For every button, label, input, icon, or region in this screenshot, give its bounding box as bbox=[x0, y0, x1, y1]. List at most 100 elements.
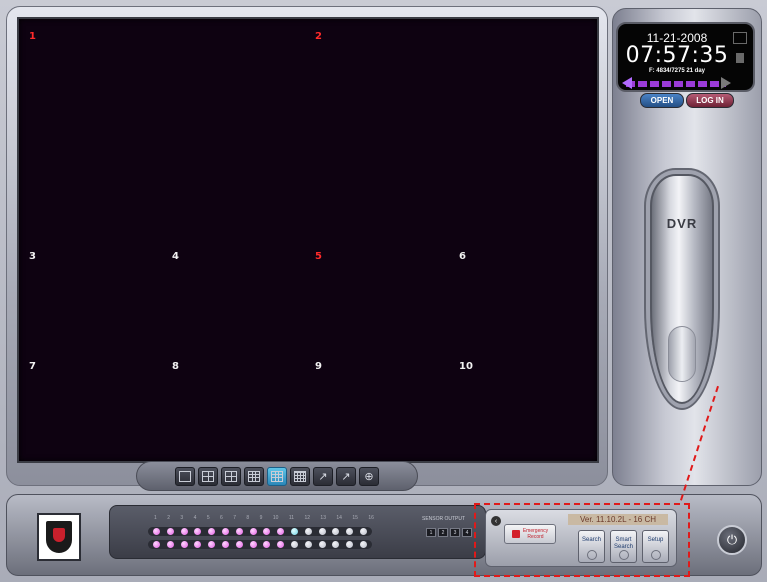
channel-led bbox=[153, 528, 160, 535]
layout-toolbar: ↗ ↗ ⊕ bbox=[136, 461, 418, 491]
hdd-icon bbox=[736, 53, 744, 63]
dvr-label: DVR bbox=[666, 216, 698, 231]
nine-view-icon bbox=[248, 470, 260, 482]
status-display: 11-21-2008 07:57:35 F: 4834/7275 21 day bbox=[616, 22, 755, 92]
sixteen-view-button[interactable] bbox=[290, 466, 310, 486]
camera-label-6: 6 bbox=[459, 251, 466, 262]
channel-led bbox=[208, 528, 216, 535]
channel-led bbox=[277, 528, 285, 535]
channel-number: 13 bbox=[320, 515, 326, 521]
channel-led bbox=[359, 528, 367, 535]
channel-number: 9 bbox=[259, 515, 263, 521]
channel-led bbox=[166, 541, 174, 548]
arrow-left-icon bbox=[622, 77, 632, 89]
arrow-right-icon bbox=[721, 77, 731, 89]
rotate-icon: ↗ bbox=[318, 470, 328, 483]
channel-number: 11 bbox=[288, 515, 295, 521]
six-view-icon bbox=[225, 470, 237, 482]
channel-number: 16 bbox=[368, 515, 374, 521]
channel-led bbox=[346, 541, 354, 548]
channel-led bbox=[194, 528, 202, 535]
camera-label-10: 10 bbox=[459, 361, 473, 372]
channel-number: 5 bbox=[206, 515, 210, 521]
camera-label-9: 9 bbox=[315, 361, 322, 372]
camera-label-7: 7 bbox=[29, 361, 36, 372]
ten-view-icon bbox=[271, 470, 283, 482]
channel-led bbox=[194, 541, 202, 548]
channel-led bbox=[235, 528, 243, 535]
shield-logo-icon bbox=[46, 521, 72, 553]
channel-number: 15 bbox=[352, 515, 358, 521]
channel-led bbox=[332, 528, 340, 535]
camera-label-1: 1 bbox=[29, 31, 36, 42]
camera-label-8: 8 bbox=[172, 361, 179, 372]
video-display[interactable]: 1 2 3 4 5 6 7 8 9 10 bbox=[17, 17, 599, 463]
channel-led bbox=[332, 541, 340, 548]
channel-led bbox=[221, 541, 229, 548]
right-panel: 11-21-2008 07:57:35 F: 4834/7275 21 day … bbox=[612, 8, 762, 486]
channel-number: 4 bbox=[193, 515, 197, 521]
annotation-highlight-box bbox=[474, 503, 690, 577]
channel-led bbox=[180, 541, 188, 548]
zoom-icon: ⊕ bbox=[364, 470, 374, 483]
channel-led bbox=[263, 541, 271, 548]
channel-led bbox=[346, 528, 354, 535]
channel-numbers: 1 2 3 4 5 6 7 8 9 10 11 12 13 14 15 16 bbox=[154, 515, 374, 521]
power-button[interactable]: ⏻ bbox=[717, 525, 747, 555]
camera-label-3: 3 bbox=[29, 251, 36, 262]
dvr-handle[interactable]: DVR bbox=[650, 174, 714, 404]
channel-number: 10 bbox=[272, 515, 279, 521]
rotate-button[interactable]: ↗ bbox=[313, 466, 333, 486]
channel-status-panel: 1 2 3 4 5 6 7 8 9 10 11 12 13 14 15 16 SENSOR OUTPUT 12… bbox=[109, 505, 486, 559]
single-view-button[interactable] bbox=[175, 466, 195, 486]
channel-number: 3 bbox=[180, 515, 184, 521]
camera-label-5: 5 bbox=[315, 251, 322, 262]
dvr-app-window: 1 2 3 4 5 6 7 8 9 10 ↗ ↗ ⊕ 11-21-2008 07… bbox=[0, 0, 767, 582]
monitor-frame: 1 2 3 4 5 6 7 8 9 10 bbox=[6, 6, 608, 486]
channel-led bbox=[290, 541, 298, 548]
record-led-row bbox=[148, 540, 372, 549]
channel-led bbox=[359, 541, 367, 548]
sequence-button[interactable]: ↗ bbox=[336, 466, 356, 486]
channel-led bbox=[304, 528, 312, 535]
storage-bar bbox=[626, 81, 726, 87]
channel-led bbox=[290, 528, 298, 535]
zoom-button[interactable]: ⊕ bbox=[359, 466, 379, 486]
channel-number: 8 bbox=[246, 515, 250, 521]
channel-number: 14 bbox=[336, 515, 342, 521]
sensor-output-button[interactable]: 2 bbox=[438, 528, 448, 537]
open-button[interactable]: OPEN bbox=[640, 93, 684, 108]
handle-grip bbox=[668, 326, 696, 382]
motion-led-row bbox=[148, 527, 372, 536]
channel-led bbox=[277, 541, 285, 548]
quad-view-button[interactable] bbox=[198, 466, 218, 486]
sensor-output-button[interactable]: 1 bbox=[426, 528, 436, 537]
channel-led bbox=[304, 541, 312, 548]
sensor-output-buttons: 1234 bbox=[426, 528, 472, 537]
camera-label-2: 2 bbox=[315, 31, 322, 42]
quad-view-icon bbox=[202, 470, 214, 482]
network-icon bbox=[733, 32, 747, 44]
channel-led bbox=[235, 541, 243, 548]
channel-number: 6 bbox=[220, 515, 223, 521]
channel-led bbox=[318, 541, 326, 548]
login-button[interactable]: LOG IN bbox=[686, 93, 734, 108]
sensor-output-button[interactable]: 3 bbox=[450, 528, 460, 537]
channel-led bbox=[166, 528, 174, 535]
channel-led bbox=[263, 528, 271, 535]
ten-view-button[interactable] bbox=[267, 466, 287, 486]
power-icon: ⏻ bbox=[726, 532, 738, 547]
sensor-output-label: SENSOR OUTPUT bbox=[422, 516, 466, 522]
channel-led bbox=[180, 528, 188, 535]
channel-led bbox=[249, 541, 257, 548]
six-view-button[interactable] bbox=[221, 466, 241, 486]
brand-logo bbox=[37, 513, 81, 561]
nine-view-button[interactable] bbox=[244, 466, 264, 486]
sensor-output-button[interactable]: 4 bbox=[462, 528, 472, 537]
camera-label-4: 4 bbox=[172, 251, 179, 262]
sixteen-view-icon bbox=[294, 470, 306, 482]
sequence-icon: ↗ bbox=[341, 470, 351, 483]
single-view-icon bbox=[179, 470, 191, 482]
time-text: 07:57:35 bbox=[625, 43, 729, 68]
free-space-text: F: 4834/7275 21 day bbox=[648, 68, 706, 74]
